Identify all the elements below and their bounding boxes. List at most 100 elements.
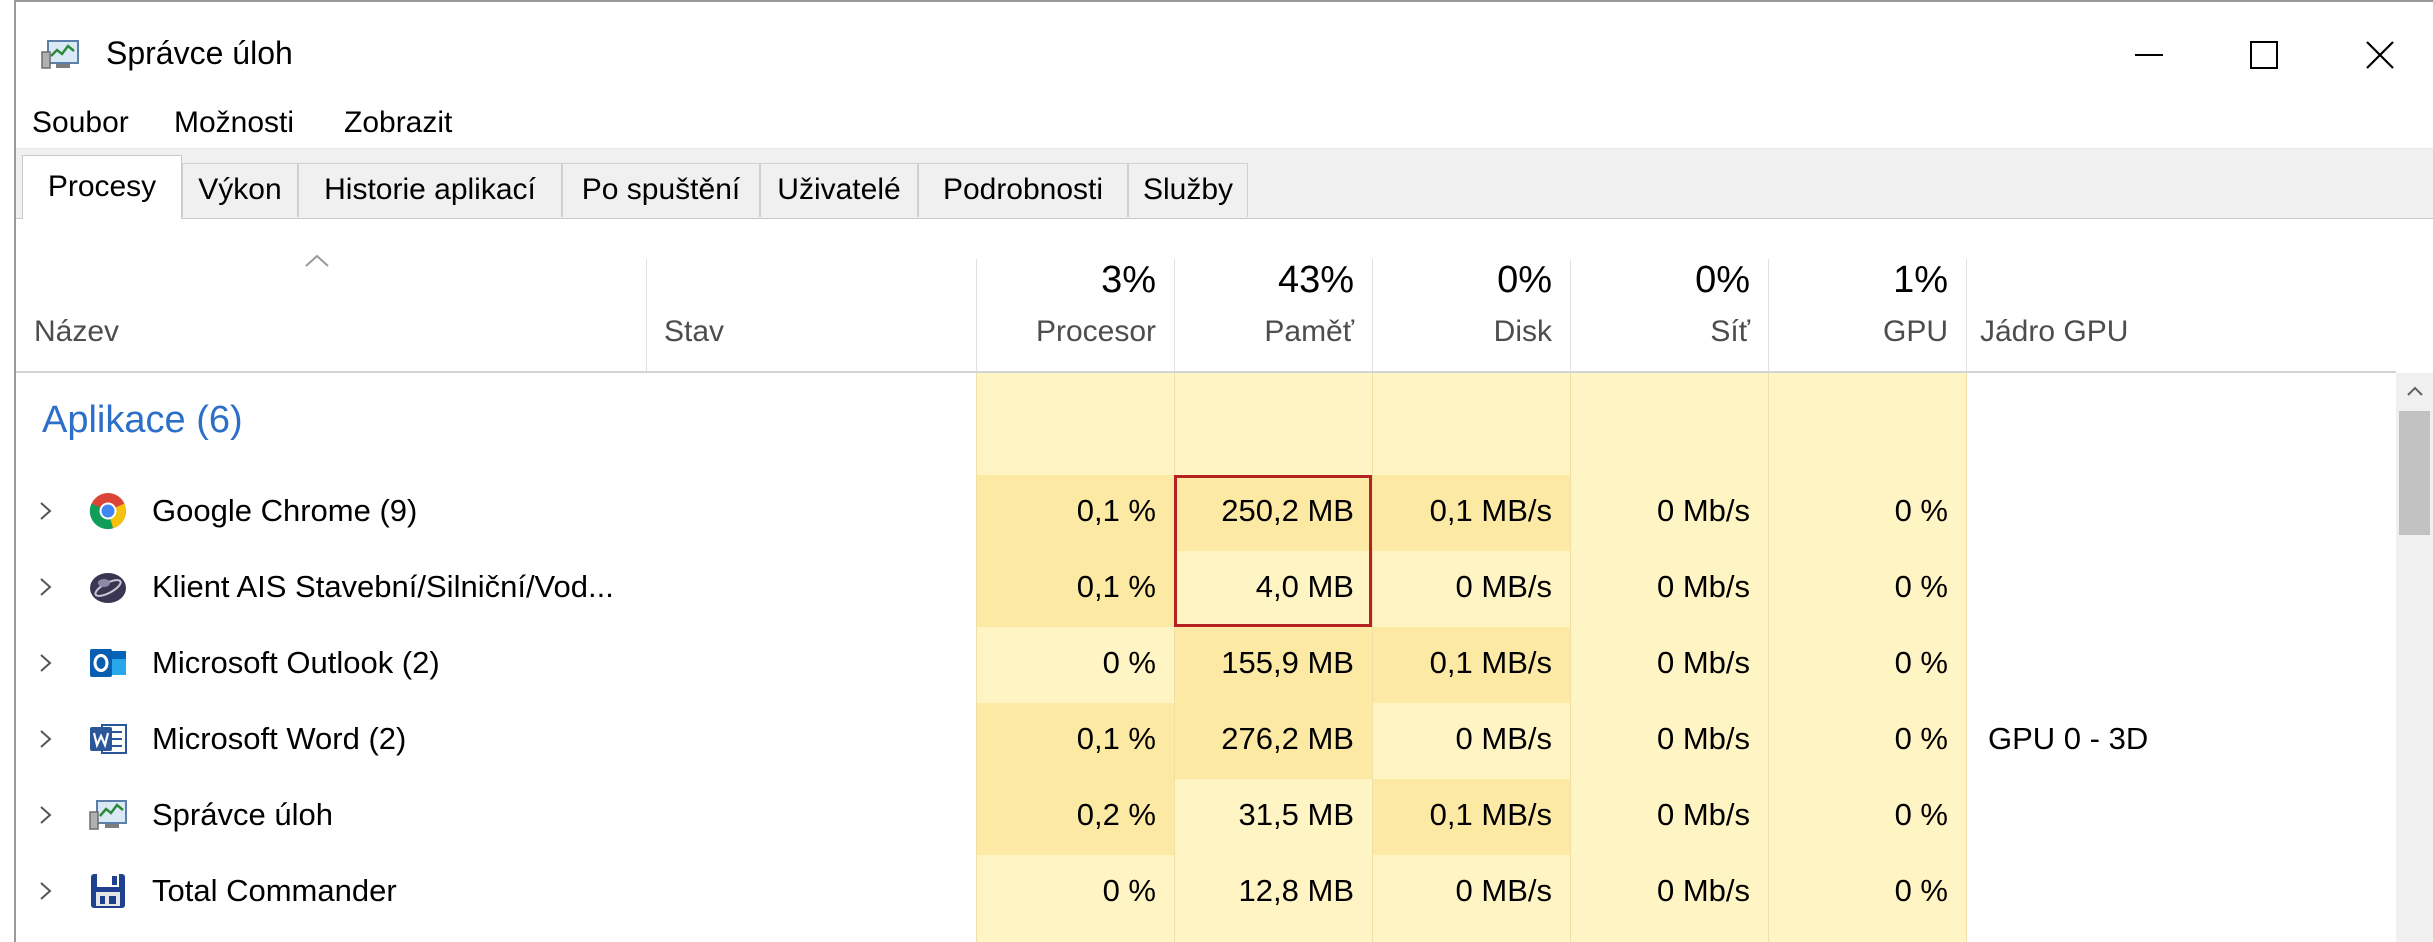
- process-name: Klient AIS Stavební/Silniční/Vod...: [152, 569, 614, 604]
- gpu-engine-value: GPU 0 - 3D: [1988, 721, 2149, 756]
- task-manager-icon: [41, 40, 79, 69]
- vertical-scrollbar[interactable]: [2396, 373, 2433, 942]
- tab-podrobnosti[interactable]: Podrobnosti: [918, 163, 1128, 217]
- process-name: Microsoft Word (2): [152, 721, 407, 756]
- cpu-value: 0 %: [1102, 873, 1156, 908]
- tab-procesy[interactable]: Procesy: [22, 155, 182, 219]
- disk-value: 0,1 MB/s: [1429, 645, 1552, 680]
- task-manager-icon: [89, 800, 127, 830]
- cpu-value: 0,2 %: [1076, 797, 1156, 832]
- process-name: Správce úloh: [152, 797, 333, 832]
- table-row[interactable]: Total Commander 0 % 12,8 MB 0 MB/s 0 Mb/…: [16, 853, 2396, 929]
- window-outside: [0, 0, 14, 942]
- column-header-network-label: Síť: [1710, 315, 1750, 348]
- scroll-up-button[interactable]: [2396, 373, 2433, 409]
- table-row[interactable]: Microsoft Word (2) 0,1 % 276,2 MB 0 MB/s…: [16, 701, 2396, 777]
- chevron-right-icon[interactable]: [34, 801, 58, 829]
- maximize-button[interactable]: [2214, 16, 2314, 94]
- cpu-value: 0,1 %: [1076, 569, 1156, 604]
- outlook-icon: [90, 649, 126, 677]
- process-name: Microsoft Outlook (2): [152, 645, 440, 680]
- disk-value: 0,1 MB/s: [1429, 493, 1552, 528]
- chrome-icon: [89, 493, 127, 530]
- cpu-value: 0,1 %: [1076, 493, 1156, 528]
- disk-total: 0%: [1497, 259, 1552, 301]
- tab-sluzby[interactable]: Služby: [1128, 163, 1248, 217]
- table-row[interactable]: Správce úloh 0,2 % 31,5 MB 0,1 MB/s 0 Mb…: [16, 777, 2396, 853]
- minimize-button[interactable]: [2099, 16, 2199, 94]
- gpu-total: 1%: [1893, 259, 1948, 301]
- process-name: Total Commander: [152, 873, 397, 908]
- column-header-status-label: Stav: [664, 315, 725, 348]
- gpu-value: 0 %: [1894, 569, 1948, 604]
- network-value: 0 Mb/s: [1656, 721, 1750, 756]
- memory-highlight-box: [1174, 475, 1372, 627]
- memory-value: 12,8 MB: [1238, 873, 1354, 908]
- process-name: Google Chrome (9): [152, 493, 418, 528]
- column-header-status[interactable]: Stav: [646, 219, 976, 371]
- ais-client-icon: [90, 573, 126, 603]
- network-value: 0 Mb/s: [1656, 797, 1750, 832]
- disk-value: 0,1 MB/s: [1429, 797, 1552, 832]
- process-list: Název Stav 3% Procesor 43% Paměť 0% Disk…: [16, 218, 2433, 942]
- network-value: 0 Mb/s: [1656, 569, 1750, 604]
- minimize-icon: [2135, 54, 2163, 56]
- window-title: Správce úloh: [106, 35, 293, 71]
- network-value: 0 Mb/s: [1656, 873, 1750, 908]
- cpu-total: 3%: [1101, 259, 1156, 301]
- maximize-icon: [2250, 41, 2278, 69]
- menu-bar: Soubor Možnosti Zobrazit: [16, 100, 2433, 146]
- tab-uzivatele[interactable]: Uživatelé: [760, 163, 918, 217]
- title-bar[interactable]: Správce úloh: [16, 2, 2433, 102]
- disk-value: 0 MB/s: [1455, 721, 1552, 756]
- gpu-value: 0 %: [1894, 797, 1948, 832]
- tab-historie-aplikaci[interactable]: Historie aplikací: [298, 163, 562, 217]
- column-header-name[interactable]: Název: [16, 219, 646, 371]
- column-header-network[interactable]: 0% Síť: [1570, 219, 1768, 371]
- column-header-gpu-label: GPU: [1882, 315, 1948, 348]
- memory-value: 276,2 MB: [1221, 721, 1354, 756]
- column-header-disk-label: Disk: [1493, 315, 1552, 348]
- column-header-gpu-engine-label: Jádro GPU: [1980, 315, 2129, 348]
- chevron-right-icon[interactable]: [34, 725, 58, 753]
- column-header-gpu-engine[interactable]: Jádro GPU: [1966, 219, 2396, 371]
- column-header-cpu-label: Procesor: [1035, 315, 1156, 348]
- memory-total: 43%: [1277, 259, 1354, 301]
- scrollbar-thumb[interactable]: [2399, 411, 2430, 535]
- column-header-memory-label: Paměť: [1264, 315, 1354, 348]
- close-button[interactable]: [2330, 16, 2430, 94]
- chevron-right-icon[interactable]: [34, 877, 58, 905]
- disk-value: 0 MB/s: [1455, 873, 1552, 908]
- chevron-right-icon[interactable]: [34, 649, 58, 677]
- cpu-value: 0,1 %: [1076, 721, 1156, 756]
- column-header-disk[interactable]: 0% Disk: [1372, 219, 1570, 371]
- word-icon: [90, 724, 127, 754]
- task-manager-window: Správce úloh Soubor Možnosti Zobrazit Pr…: [0, 0, 2433, 942]
- menu-soubor[interactable]: Soubor: [32, 100, 129, 146]
- gpu-value: 0 %: [1894, 873, 1948, 908]
- chevron-up-icon: [2406, 386, 2423, 396]
- table-row[interactable]: Microsoft Outlook (2) 0 % 155,9 MB 0,1 M…: [16, 625, 2396, 701]
- column-header-name-label: Název: [34, 315, 120, 348]
- gpu-value: 0 %: [1894, 493, 1948, 528]
- disk-value: 0 MB/s: [1455, 569, 1552, 604]
- column-header-gpu[interactable]: 1% GPU: [1768, 219, 1966, 371]
- group-title-apps[interactable]: Aplikace (6): [42, 399, 243, 442]
- memory-value: 31,5 MB: [1238, 797, 1354, 832]
- tab-strip: Procesy Výkon Historie aplikací Po spušt…: [16, 148, 2433, 219]
- sort-ascending-icon: [305, 254, 329, 267]
- tab-vykon[interactable]: Výkon: [182, 163, 298, 217]
- tab-po-spusteni[interactable]: Po spuštění: [562, 163, 760, 217]
- network-value: 0 Mb/s: [1656, 493, 1750, 528]
- cpu-value: 0 %: [1102, 645, 1156, 680]
- memory-value: 155,9 MB: [1221, 645, 1354, 680]
- chevron-right-icon[interactable]: [34, 573, 58, 601]
- total-commander-icon: [91, 874, 125, 908]
- close-icon: [2366, 41, 2394, 69]
- column-header-memory[interactable]: 43% Paměť: [1174, 219, 1372, 371]
- column-header-cpu[interactable]: 3% Procesor: [976, 219, 1174, 371]
- network-total: 0%: [1695, 259, 1750, 301]
- menu-moznosti[interactable]: Možnosti: [174, 100, 294, 146]
- chevron-right-icon[interactable]: [34, 497, 58, 525]
- menu-zobrazit[interactable]: Zobrazit: [344, 100, 452, 146]
